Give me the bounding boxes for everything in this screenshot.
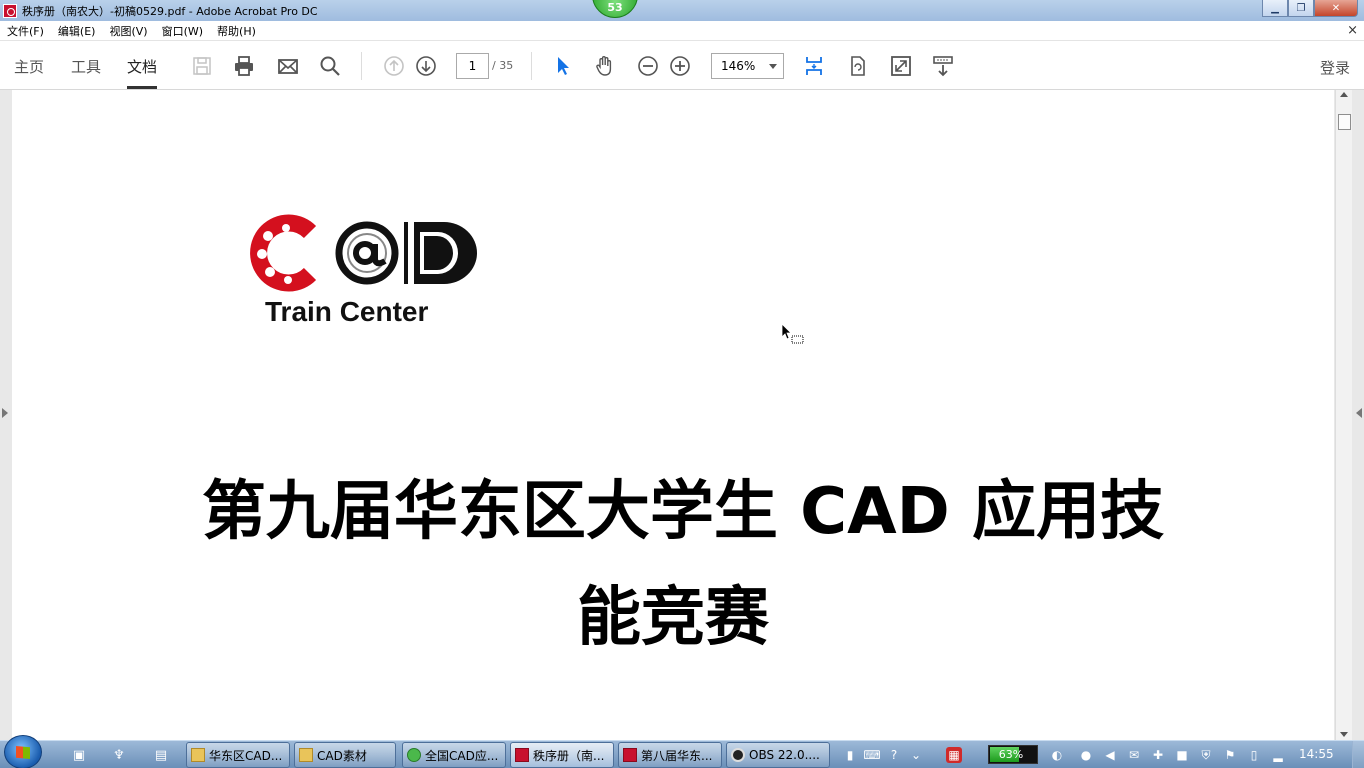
logo-text: Train Center: [265, 296, 429, 327]
scrollbar-thumb[interactable]: [1338, 114, 1351, 130]
battery-text: 63%: [998, 748, 1024, 761]
flag-icon[interactable]: ⚑: [1222, 747, 1238, 763]
tray-expand-icon[interactable]: ⌄: [908, 747, 924, 763]
tab-document[interactable]: 文档: [127, 56, 158, 89]
app-tray-icon[interactable]: ▦: [946, 747, 962, 763]
window-controls: ▁ ❐ ✕: [1262, 0, 1358, 17]
left-pane-toggle-icon[interactable]: [2, 408, 8, 418]
scroll-mode-icon[interactable]: [802, 54, 826, 78]
tab-home[interactable]: 主页: [14, 56, 44, 77]
chevron-down-icon: [769, 64, 777, 69]
save-icon[interactable]: [190, 54, 214, 78]
toolbar-separator: [531, 52, 532, 80]
power-icon[interactable]: ▯: [1246, 747, 1262, 763]
folder-icon: [191, 748, 205, 762]
taskbar-item-obs[interactable]: OBS 22.0....: [726, 742, 830, 768]
task-label: 秩序册（南...: [533, 748, 605, 763]
login-link[interactable]: 登录: [1320, 57, 1350, 78]
taskbar: ▣ ♆ ▤ 华东区CAD... CAD素材 全国CAD应... 秩序册（南...…: [0, 735, 1364, 768]
rotate-page-icon[interactable]: [846, 54, 870, 78]
previous-page-icon[interactable]: [382, 54, 406, 78]
vertical-scrollbar[interactable]: [1335, 90, 1352, 740]
full-screen-icon[interactable]: [889, 54, 913, 78]
right-pane-toggle-icon[interactable]: [1356, 408, 1362, 418]
security-icon[interactable]: ✚: [1150, 747, 1166, 763]
search-icon[interactable]: [318, 54, 342, 78]
taskbar-item-browser[interactable]: 全国CAD应...: [402, 742, 506, 768]
taskbar-item-acrobat[interactable]: 秩序册（南...: [510, 742, 614, 768]
menu-file[interactable]: 文件(F): [0, 23, 51, 39]
hand-tool-icon[interactable]: [593, 54, 617, 78]
toolbar-separator: [361, 52, 362, 80]
keyboard-icon[interactable]: ⌨: [863, 747, 880, 763]
menu-help[interactable]: 帮助(H): [210, 23, 263, 39]
shield-icon[interactable]: ⛨: [1198, 747, 1214, 763]
green-app-icon[interactable]: ■: [1174, 747, 1190, 763]
show-desktop-icon[interactable]: ▣: [70, 746, 88, 764]
display-icon[interactable]: ◐: [1049, 747, 1065, 763]
close-button[interactable]: ✕: [1314, 0, 1358, 17]
clock[interactable]: 14:55: [1299, 747, 1334, 761]
mouse-cursor-icon: [782, 324, 804, 344]
menu-bar: 文件(F) 编辑(E) 视图(V) 窗口(W) 帮助(H) ×: [0, 21, 1364, 41]
task-label: CAD素材: [317, 748, 367, 763]
acrobat-icon: [3, 3, 17, 18]
task-label: OBS 22.0....: [749, 748, 820, 762]
task-label: 第八届华东...: [641, 748, 713, 763]
menu-view[interactable]: 视图(V): [102, 23, 154, 39]
mail-icon[interactable]: [276, 54, 300, 78]
window-title: 秩序册（南农大）-初稿0529.pdf - Adobe Acrobat Pro …: [22, 4, 318, 18]
pdf-page: Train Center 第九届华东区大学生 CAD 应用技 能竞赛: [12, 90, 1334, 740]
start-button[interactable]: [4, 735, 42, 768]
toolbar: 主页 工具 文档 1 / 35 146% 登录: [0, 42, 1364, 90]
zoom-value: 146%: [721, 59, 756, 73]
pdf-icon: [623, 748, 637, 762]
zoom-select[interactable]: 146%: [711, 53, 784, 79]
maximize-button[interactable]: ❐: [1288, 0, 1314, 17]
browser-icon: [407, 748, 421, 762]
close-document-icon[interactable]: ×: [1347, 23, 1358, 38]
document-heading-line1: 第九届华东区大学生 CAD 应用技: [201, 475, 1165, 549]
battery-indicator[interactable]: 63%: [988, 745, 1038, 764]
pdf-tray-icon[interactable]: ▮: [842, 747, 858, 763]
taskbar-item-folder[interactable]: 华东区CAD...: [186, 742, 290, 768]
menu-edit[interactable]: 编辑(E): [51, 23, 103, 39]
cad-logo-mark: [250, 214, 477, 292]
taskbar-item-acrobat[interactable]: 第八届华东...: [618, 742, 722, 768]
scroll-up-icon[interactable]: [1340, 92, 1348, 97]
network-tool-icon[interactable]: ♆: [110, 746, 128, 764]
record-icon[interactable]: ●: [1078, 747, 1094, 763]
scroll-down-icon[interactable]: [1340, 732, 1348, 737]
menu-window[interactable]: 窗口(W): [155, 23, 210, 39]
cad-train-center-logo: Train Center: [248, 214, 498, 327]
folder-icon: [299, 748, 313, 762]
page-total: / 35: [492, 59, 514, 72]
task-label: 全国CAD应...: [425, 748, 499, 763]
window-switch-icon[interactable]: ▤: [152, 746, 170, 764]
print-icon[interactable]: [232, 54, 256, 78]
zoom-out-icon[interactable]: [636, 54, 660, 78]
help-icon[interactable]: ?: [886, 747, 902, 763]
select-tool-icon[interactable]: [551, 54, 575, 78]
signal-icon[interactable]: ▂: [1270, 747, 1286, 763]
next-page-icon[interactable]: [414, 54, 438, 78]
document-heading-line2: 能竞赛: [577, 581, 769, 655]
chat-icon[interactable]: ✉: [1126, 747, 1142, 763]
read-mode-icon[interactable]: [931, 54, 955, 78]
zoom-in-icon[interactable]: [668, 54, 692, 78]
obs-icon: [731, 748, 745, 762]
notification-badge[interactable]: 53: [592, 0, 638, 18]
title-bar: 秩序册（南农大）-初稿0529.pdf - Adobe Acrobat Pro …: [0, 0, 1364, 21]
tab-tools[interactable]: 工具: [71, 56, 101, 77]
volume-icon[interactable]: ◀: [1102, 747, 1118, 763]
pdf-icon: [515, 748, 529, 762]
page-number-input[interactable]: 1: [456, 53, 489, 79]
minimize-button[interactable]: ▁: [1262, 0, 1288, 17]
task-label: 华东区CAD...: [209, 748, 283, 763]
document-viewport[interactable]: Train Center 第九届华东区大学生 CAD 应用技 能竞赛: [0, 90, 1364, 740]
taskbar-item-folder[interactable]: CAD素材: [294, 742, 396, 768]
show-desktop-button[interactable]: [1352, 741, 1364, 768]
